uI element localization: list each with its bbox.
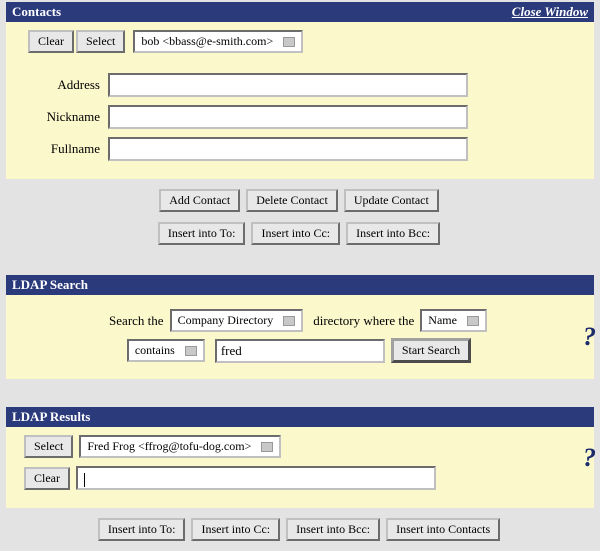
results-insert-bcc-button[interactable]: Insert into Bcc: (286, 518, 380, 541)
help-icon[interactable]: ? (583, 443, 596, 473)
ldap-search-section: LDAP Search Search the Company Directory… (6, 275, 594, 379)
directory-where-label: directory where the (313, 313, 414, 329)
result-dropdown[interactable]: Fred Frog <ffrog@tofu-dog.com> (79, 435, 281, 458)
search-value-input[interactable] (215, 339, 385, 363)
select-button[interactable]: Select (76, 30, 125, 53)
results-insert-to-button[interactable]: Insert into To: (98, 518, 186, 541)
ldap-search-header: LDAP Search (6, 275, 594, 295)
address-input[interactable] (108, 73, 468, 97)
contact-selected-value: bob <bbass@e-smith.com> (141, 34, 273, 49)
results-select-button[interactable]: Select (24, 435, 73, 458)
results-insert-cc-button[interactable]: Insert into Cc: (191, 518, 280, 541)
chevron-down-icon (283, 37, 295, 47)
ldap-results-section: LDAP Results Select Fred Frog <ffrog@tof… (6, 407, 594, 545)
clear-button[interactable]: Clear (28, 30, 74, 53)
insert-bcc-button[interactable]: Insert into Bcc: (346, 222, 440, 245)
results-insert-contacts-button[interactable]: Insert into Contacts (386, 518, 500, 541)
condition-dropdown[interactable]: contains (127, 339, 205, 362)
results-input[interactable] (76, 466, 436, 490)
ldap-results-title: LDAP Results (12, 409, 90, 425)
contact-select-dropdown[interactable]: bob <bbass@e-smith.com> (133, 30, 303, 53)
add-contact-button[interactable]: Add Contact (159, 189, 240, 212)
nickname-input[interactable] (108, 105, 468, 129)
contacts-header: Contacts Close Window (6, 2, 594, 22)
contacts-panel: Clear Select bob <bbass@e-smith.com> Add… (6, 22, 594, 179)
address-label: Address (18, 77, 108, 93)
condition-value: contains (135, 343, 175, 358)
insert-to-button[interactable]: Insert into To: (158, 222, 246, 245)
results-clear-button[interactable]: Clear (24, 467, 70, 490)
contacts-section: Contacts Close Window Clear Select bob <… (6, 2, 594, 249)
search-the-label: Search the (109, 313, 164, 329)
directory-value: Company Directory (178, 313, 274, 328)
fullname-label: Fullname (18, 141, 108, 157)
result-selected-value: Fred Frog <ffrog@tofu-dog.com> (87, 439, 251, 454)
start-search-button[interactable]: Start Search (391, 338, 471, 363)
ldap-results-panel: Select Fred Frog <ffrog@tofu-dog.com> Cl… (6, 427, 594, 508)
directory-dropdown[interactable]: Company Directory (170, 309, 304, 332)
ldap-search-title: LDAP Search (12, 277, 88, 293)
chevron-down-icon (467, 316, 479, 326)
chevron-down-icon (185, 346, 197, 356)
insert-cc-button[interactable]: Insert into Cc: (251, 222, 340, 245)
chevron-down-icon (283, 316, 295, 326)
ldap-results-header: LDAP Results (6, 407, 594, 427)
delete-contact-button[interactable]: Delete Contact (246, 189, 338, 212)
close-window-link[interactable]: Close Window (512, 4, 588, 20)
field-value: Name (428, 313, 457, 328)
contact-action-row: Add Contact Delete Contact Update Contac… (6, 185, 594, 216)
results-insert-row: Insert into To: Insert into Cc: Insert i… (6, 514, 594, 545)
fullname-input[interactable] (108, 137, 468, 161)
nickname-label: Nickname (18, 109, 108, 125)
contact-insert-row: Insert into To: Insert into Cc: Insert i… (6, 218, 594, 249)
field-dropdown[interactable]: Name (420, 309, 487, 332)
update-contact-button[interactable]: Update Contact (344, 189, 439, 212)
ldap-search-panel: Search the Company Directory directory w… (6, 295, 594, 379)
chevron-down-icon (261, 442, 273, 452)
contacts-title: Contacts (12, 4, 61, 20)
help-icon[interactable]: ? (583, 322, 596, 352)
